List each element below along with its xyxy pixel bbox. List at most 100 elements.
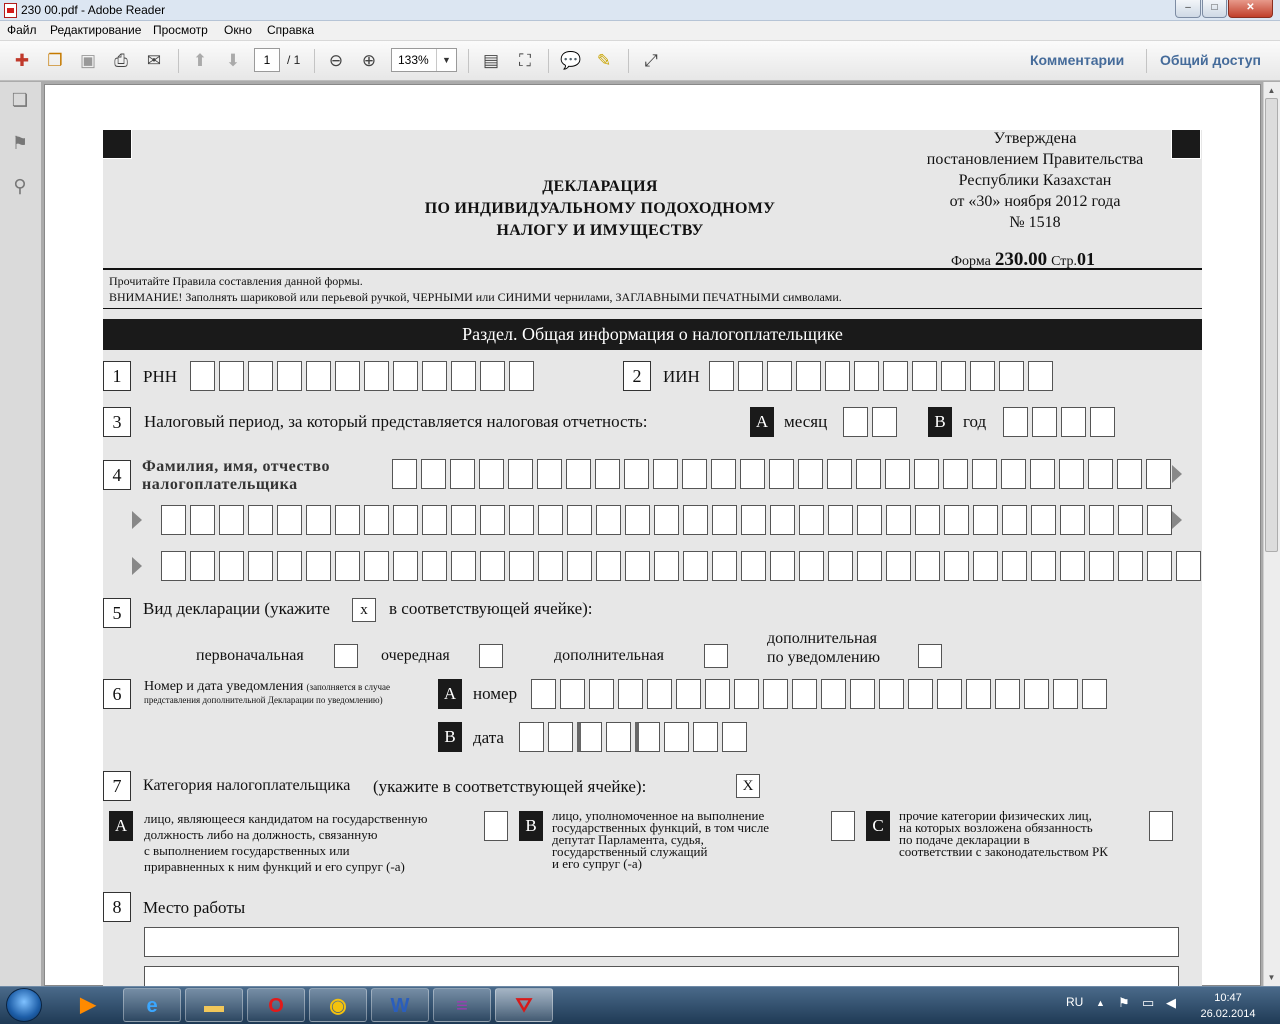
input-cell[interactable] <box>393 361 418 391</box>
input-cell[interactable] <box>825 361 850 391</box>
input-cell[interactable] <box>676 679 701 709</box>
input-cell[interactable] <box>364 551 389 581</box>
input-cell[interactable] <box>770 551 795 581</box>
input-cell[interactable] <box>596 505 621 535</box>
input-cell[interactable] <box>883 361 908 391</box>
input-cell[interactable] <box>767 361 792 391</box>
input-cell[interactable] <box>914 459 939 489</box>
regular-checkbox[interactable] <box>479 644 503 668</box>
input-cell[interactable] <box>219 505 244 535</box>
bookmark-icon[interactable]: ⚑ <box>9 131 31 155</box>
input-cell[interactable] <box>560 679 585 709</box>
input-cell[interactable] <box>1088 459 1113 489</box>
opera-icon[interactable]: O <box>247 988 305 1022</box>
volume-icon[interactable]: ◀ <box>1166 995 1176 1011</box>
input-cell[interactable] <box>595 459 620 489</box>
input-cell[interactable] <box>1031 551 1056 581</box>
input-cell[interactable] <box>1053 679 1078 709</box>
fit-width-icon[interactable]: ⛶ <box>513 49 537 73</box>
input-cell[interactable] <box>567 505 592 535</box>
input-cell[interactable] <box>943 459 968 489</box>
word-icon[interactable]: W <box>371 988 429 1022</box>
input-cell[interactable] <box>1002 551 1027 581</box>
page-number-input[interactable]: 1 <box>254 48 280 72</box>
input-cell[interactable] <box>915 551 940 581</box>
input-cell[interactable] <box>190 361 215 391</box>
input-cell[interactable] <box>738 361 763 391</box>
input-cell[interactable] <box>966 679 991 709</box>
input-cell[interactable] <box>886 551 911 581</box>
input-cell[interactable] <box>1059 459 1084 489</box>
input-cell[interactable] <box>879 679 904 709</box>
input-cell[interactable] <box>537 459 562 489</box>
input-cell[interactable] <box>538 505 563 535</box>
input-cell[interactable] <box>1031 505 1056 535</box>
input-cell[interactable] <box>770 505 795 535</box>
input-cell[interactable] <box>653 459 678 489</box>
input-cell[interactable] <box>999 361 1024 391</box>
input-cell[interactable] <box>850 679 875 709</box>
input-cell[interactable] <box>509 505 534 535</box>
input-cell[interactable] <box>277 551 302 581</box>
input-cell[interactable] <box>856 459 881 489</box>
input-cell[interactable] <box>970 361 995 391</box>
archive-icon[interactable]: ≡ <box>433 988 491 1022</box>
input-cell[interactable] <box>1032 407 1057 437</box>
input-cell[interactable] <box>451 505 476 535</box>
input-cell[interactable] <box>1061 407 1086 437</box>
input-cell[interactable] <box>799 551 824 581</box>
input-cell[interactable] <box>682 459 707 489</box>
input-cell[interactable] <box>1118 551 1143 581</box>
chrome-icon[interactable]: ◉ <box>309 988 367 1022</box>
input-cell[interactable] <box>828 551 853 581</box>
input-cell[interactable] <box>799 505 824 535</box>
category-c-checkbox[interactable] <box>1149 811 1173 841</box>
input-cell[interactable] <box>393 551 418 581</box>
maximize-button[interactable]: □ <box>1202 0 1227 18</box>
input-cell[interactable] <box>364 361 389 391</box>
input-cell[interactable] <box>886 505 911 535</box>
input-cell[interactable] <box>248 551 273 581</box>
input-cell[interactable] <box>566 459 591 489</box>
input-cell[interactable] <box>635 722 660 752</box>
input-cell[interactable] <box>1146 459 1171 489</box>
share-link[interactable]: Общий доступ <box>1160 52 1261 68</box>
input-cell[interactable] <box>647 679 672 709</box>
input-cell[interactable] <box>450 459 475 489</box>
input-cell[interactable] <box>944 505 969 535</box>
input-cell[interactable] <box>683 505 708 535</box>
input-cell[interactable] <box>624 459 649 489</box>
input-cell[interactable] <box>937 679 962 709</box>
input-cell[interactable] <box>161 551 186 581</box>
input-cell[interactable] <box>1082 679 1107 709</box>
highlight-icon[interactable]: ✎ <box>592 49 616 73</box>
input-cell[interactable] <box>741 551 766 581</box>
adobe-reader-icon[interactable]: ⛛ <box>495 988 553 1022</box>
input-cell[interactable] <box>248 361 273 391</box>
input-cell[interactable] <box>769 459 794 489</box>
next-page-icon[interactable]: ⬇ <box>221 49 245 73</box>
input-cell[interactable] <box>854 361 879 391</box>
input-cell[interactable] <box>798 459 823 489</box>
input-cell[interactable] <box>712 551 737 581</box>
input-cell[interactable] <box>422 361 447 391</box>
input-cell[interactable] <box>335 505 360 535</box>
menu-file[interactable]: Файл <box>7 23 37 37</box>
input-cell[interactable] <box>625 551 650 581</box>
input-cell[interactable] <box>161 505 186 535</box>
input-cell[interactable] <box>248 505 273 535</box>
input-cell[interactable] <box>1176 551 1201 581</box>
menu-edit[interactable]: Редактирование <box>50 23 141 37</box>
input-cell[interactable] <box>654 505 679 535</box>
input-cell[interactable] <box>1060 551 1085 581</box>
workplace-input[interactable] <box>144 966 1179 986</box>
input-cell[interactable] <box>335 551 360 581</box>
input-cell[interactable] <box>618 679 643 709</box>
category-b-checkbox[interactable] <box>831 811 855 841</box>
additional-checkbox[interactable] <box>704 644 728 668</box>
input-cell[interactable] <box>451 361 476 391</box>
network-icon[interactable]: ▭ <box>1142 995 1154 1011</box>
input-cell[interactable] <box>1002 505 1027 535</box>
attachment-icon[interactable]: ⚲ <box>9 174 31 198</box>
input-cell[interactable] <box>277 505 302 535</box>
